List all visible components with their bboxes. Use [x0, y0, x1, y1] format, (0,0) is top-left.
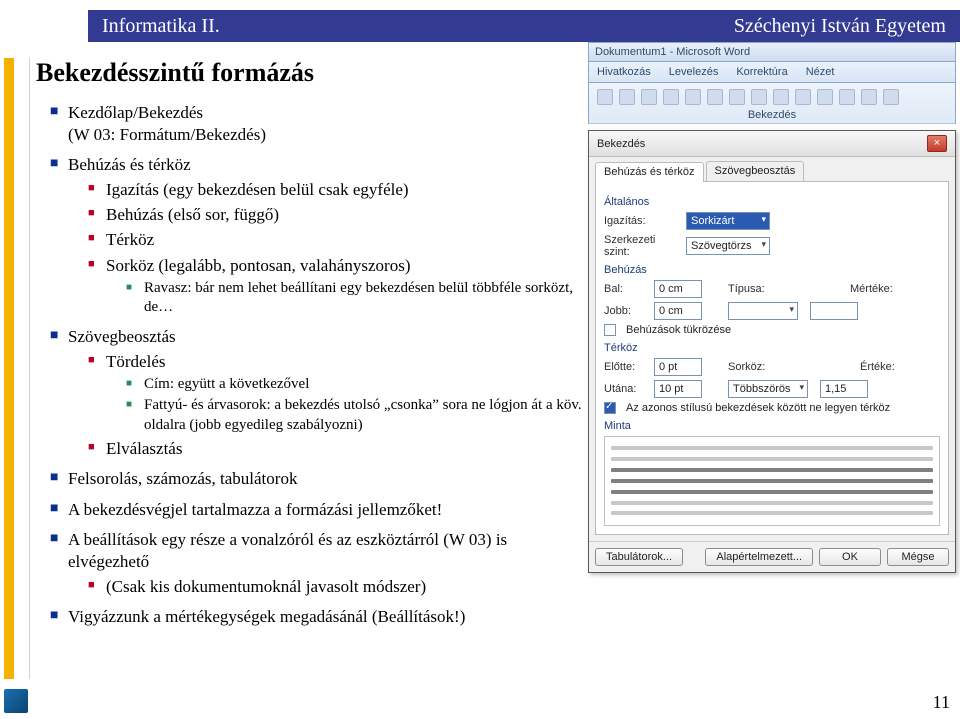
ribbon-tab[interactable]: Nézet — [806, 66, 835, 78]
ribbon-tab[interactable]: Korrektúra — [736, 66, 787, 78]
bullet: Elválasztás — [90, 438, 586, 460]
slide-content: Bekezdésszintű formázás Kezdőlap/Bekezdé… — [36, 52, 592, 636]
outline-level-select[interactable]: Szövegtörzs — [686, 237, 770, 255]
list-bullets-icon[interactable] — [597, 89, 613, 105]
bullet: A bekezdésvégjel tartalmazza a formázási… — [52, 499, 586, 521]
close-icon[interactable]: × — [927, 135, 947, 152]
bullet: Sorköz (legalább, pontosan, valahányszor… — [90, 255, 586, 318]
no-space-same-style-label: Az azonos stílusú bekezdések között ne l… — [626, 402, 890, 414]
bullet: Cím: együtt a következővel — [128, 375, 586, 395]
section-general: Általános — [604, 196, 940, 208]
space-before-input[interactable]: 0 pt — [654, 358, 702, 376]
align-center-icon[interactable] — [773, 89, 789, 105]
special-indent-value[interactable] — [810, 302, 858, 320]
tab-indent-spacing[interactable]: Behúzás és térköz — [595, 162, 704, 182]
dialog-titlebar: Bekezdés × — [589, 131, 955, 157]
mirror-indents-checkbox[interactable] — [604, 324, 616, 336]
label-left: Bal: — [604, 283, 648, 295]
label-outline-level: Szerkezeti szint: — [604, 234, 680, 258]
label-after: Utána: — [604, 383, 648, 395]
slide-header: Informatika II. Széchenyi István Egyetem — [88, 10, 960, 42]
list-multilevel-icon[interactable] — [641, 89, 657, 105]
special-indent-select[interactable] — [728, 302, 798, 320]
bullet: Fattyú- és árvasorok: a bekezdés utolsó … — [128, 396, 586, 435]
course-title: Informatika II. — [102, 15, 220, 38]
indent-left-input[interactable]: 0 cm — [654, 280, 702, 298]
no-space-same-style-checkbox[interactable] — [604, 402, 616, 414]
bullet: Igazítás (egy bekezdésen belül csak egyf… — [90, 179, 586, 201]
bullet: Kezdőlap/Bekezdés (W 03: Formátum/Bekezd… — [52, 102, 586, 146]
section-preview: Minta — [604, 420, 940, 432]
indent-decrease-icon[interactable] — [663, 89, 679, 105]
preview-box — [604, 436, 940, 526]
ribbon-tab[interactable]: Hivatkozás — [597, 66, 651, 78]
linespacing-select[interactable]: Többszörös — [728, 380, 808, 398]
paragraph-dialog: Bekezdés × Behúzás és térköz Szövegbeosz… — [588, 130, 956, 573]
line-spacing-icon[interactable] — [839, 89, 855, 105]
linespacing-value[interactable]: 1,15 — [820, 380, 868, 398]
bullet: Térköz — [90, 229, 586, 251]
word-window: Dokumentum1 - Microsoft Word Hivatkozás … — [588, 42, 956, 573]
align-right-icon[interactable] — [795, 89, 811, 105]
label-type: Típusa: — [728, 283, 804, 295]
borders-icon[interactable] — [883, 89, 899, 105]
sidebar-accent — [0, 58, 30, 679]
sort-icon[interactable] — [707, 89, 723, 105]
bullet: (Csak kis dokumentumoknál javasolt módsz… — [90, 576, 586, 598]
bullet: Vigyázzunk a mértékegységek megadásánál … — [52, 606, 586, 628]
bullet: Szövegbeosztás Tördelés Cím: együtt a kö… — [52, 326, 586, 461]
tabs-button[interactable]: Tabulátorok... — [595, 548, 683, 566]
label-before: Előtte: — [604, 361, 648, 373]
bullet: A beállítások egy része a vonalzóról és … — [52, 529, 586, 598]
align-left-icon[interactable] — [751, 89, 767, 105]
indent-increase-icon[interactable] — [685, 89, 701, 105]
label-linespacing: Sorköz: — [728, 361, 804, 373]
bullet: Behúzás (első sor, függő) — [90, 204, 586, 226]
default-button[interactable]: Alapértelmezett... — [705, 548, 813, 566]
space-after-input[interactable]: 10 pt — [654, 380, 702, 398]
cancel-button[interactable]: Mégse — [887, 548, 949, 566]
ribbon-group-label[interactable]: Bekezdés — [597, 109, 947, 121]
ribbon-tab[interactable]: Levelezés — [669, 66, 719, 78]
tab-line-pagebreak[interactable]: Szövegbeosztás — [706, 161, 805, 181]
alignment-select[interactable]: Sorkizárt — [686, 212, 770, 230]
label-at: Értéke: — [860, 361, 936, 373]
indent-right-input[interactable]: 0 cm — [654, 302, 702, 320]
bullet: Ravasz: bár nem lehet beállítani egy bek… — [128, 279, 586, 318]
university-logo — [4, 689, 28, 713]
university-name: Széchenyi István Egyetem — [734, 15, 946, 38]
dialog-title-text: Bekezdés — [597, 138, 645, 150]
page-number: 11 — [933, 692, 950, 713]
pilcrow-icon[interactable] — [729, 89, 745, 105]
slide-title: Bekezdésszintű formázás — [36, 58, 586, 88]
bullet: Behúzás és térköz Igazítás (egy bekezdés… — [52, 154, 586, 317]
section-spacing: Térköz — [604, 342, 940, 354]
ok-button[interactable]: OK — [819, 548, 881, 566]
bullet: Felsorolás, számozás, tabulátorok — [52, 468, 586, 490]
mirror-indents-label: Behúzások tükrözése — [626, 324, 731, 336]
label-right: Jobb: — [604, 305, 648, 317]
word-ribbon: Bekezdés — [588, 83, 956, 124]
label-alignment: Igazítás: — [604, 215, 680, 227]
list-numbers-icon[interactable] — [619, 89, 635, 105]
align-justify-icon[interactable] — [817, 89, 833, 105]
section-indent: Behúzás — [604, 264, 940, 276]
label-measure: Mértéke: — [850, 283, 926, 295]
word-titlebar: Dokumentum1 - Microsoft Word — [588, 42, 956, 62]
bullet: Tördelés Cím: együtt a következővel Fatt… — [90, 351, 586, 436]
shading-icon[interactable] — [861, 89, 877, 105]
word-ribbon-tabs: Hivatkozás Levelezés Korrektúra Nézet — [588, 62, 956, 83]
